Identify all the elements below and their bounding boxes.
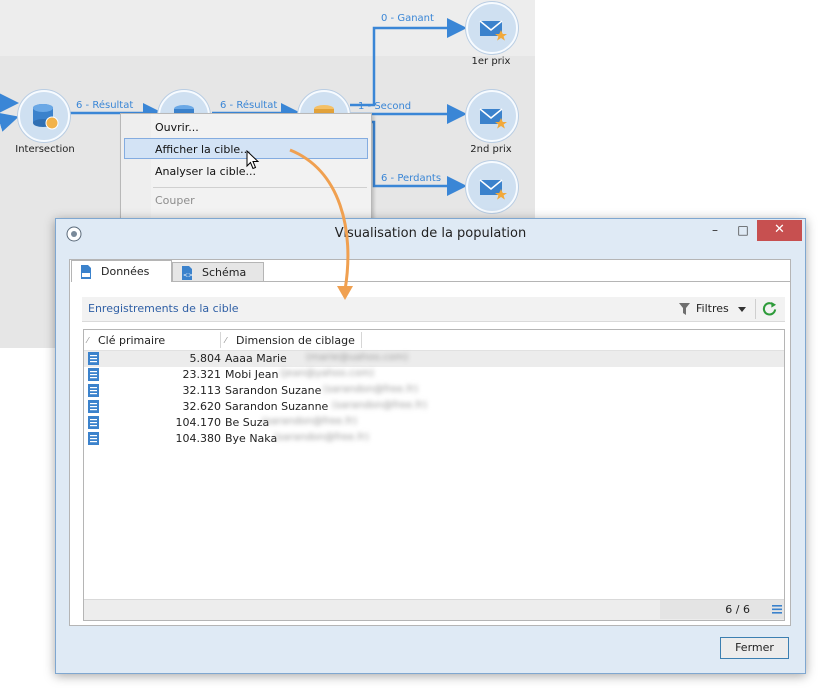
primary-key-cell: 23.321: [182, 368, 222, 381]
dialog-title: Visualisation de la population: [334, 226, 527, 241]
table-row[interactable]: 32.113 Sarandon Suzane (sarandon@free.fr): [84, 383, 784, 399]
email-cell: (sarandon@free.fr): [323, 384, 419, 395]
record-icon: [88, 432, 99, 445]
section-title: Enregistrements de la cible: [88, 302, 239, 315]
section-header: Enregistrements de la cible Filtres: [82, 297, 785, 322]
minimize-button[interactable]: –: [701, 220, 729, 241]
sql-file-icon: [81, 265, 91, 279]
link-label-losers: 6 - Perdants: [381, 173, 442, 184]
record-icon: [88, 400, 99, 413]
target-name-cell: Sarandon Suzane: [225, 384, 322, 397]
tab-donnees-label: Données: [101, 265, 150, 278]
primary-key-cell: 104.170: [175, 416, 222, 429]
target-name-cell: Sarandon Suzanne: [225, 400, 329, 413]
email-star-icon: [479, 179, 507, 200]
target-name-cell: Aaaa Marie: [225, 352, 287, 365]
table-row[interactable]: 104.170 Be Suza (sarandon@free.fr): [84, 415, 784, 431]
menu-separator: [153, 187, 367, 188]
menu-item-cut[interactable]: Couper: [155, 194, 195, 207]
population-dialog: Visualisation de la population – □ ✕ Don…: [55, 218, 806, 674]
menu-item-open[interactable]: Ouvrir...: [155, 121, 199, 134]
dialog-titlebar[interactable]: Visualisation de la population – □ ✕: [56, 219, 805, 249]
close-button-label: Fermer: [735, 641, 774, 654]
intersection-node[interactable]: [18, 90, 70, 142]
svg-text:<>: <>: [183, 272, 193, 279]
primary-key-cell: 32.113: [182, 384, 222, 397]
target-name-cell: Bye Naka: [225, 432, 278, 445]
tab-donnees[interactable]: Données: [71, 260, 172, 282]
email-cell: (marie@uahoo.com): [306, 352, 409, 363]
grid-header: ⁄ Clé primaire ⁄ Dimension de ciblage: [84, 330, 784, 351]
target-name-cell: Mobi Jean: [225, 368, 279, 381]
link-label-result-a: 6 - Résultat: [76, 100, 134, 111]
delivery-node-first[interactable]: [466, 2, 518, 54]
menu-gutter: [121, 114, 151, 224]
intersection-label: Intersection: [15, 144, 75, 155]
record-count: 6 / 6: [725, 603, 750, 616]
menu-item-analyze-target[interactable]: Analyser la cible...: [155, 165, 256, 178]
column-separator: [220, 332, 221, 348]
record-icon: [88, 384, 99, 397]
tab-schema-label: Schéma: [202, 266, 247, 279]
email-cell: (sarandon@free.fr): [262, 416, 358, 427]
record-icon: [88, 368, 99, 381]
incoming-link-2[interactable]: [0, 112, 19, 132]
menu-lines-icon[interactable]: [772, 605, 782, 614]
column-separator: [361, 332, 362, 348]
table-row[interactable]: 5.804 Aaaa Marie (marie@uahoo.com): [84, 351, 784, 367]
dialog-client: Données <> Schéma Enregistrements de la …: [69, 259, 791, 626]
email-star-icon: [479, 20, 507, 41]
primary-key-cell: 104.380: [175, 432, 222, 445]
table-row[interactable]: 23.321 Mobi Jean (jean@yahoo.com): [84, 367, 784, 383]
tab-strip-line: [264, 281, 790, 282]
tab-schema[interactable]: <> Schéma: [172, 262, 264, 282]
database-icon: [33, 104, 59, 130]
link-label-winner: 0 - Ganant: [381, 13, 434, 24]
close-button[interactable]: Fermer: [720, 637, 789, 659]
grid-footer: 6 / 6: [84, 599, 784, 620]
maximize-button[interactable]: □: [729, 220, 757, 241]
filters-label: Filtres: [696, 302, 729, 315]
delivery-node-second[interactable]: [466, 90, 518, 142]
link-label-result-b: 6 - Résultat: [220, 100, 278, 111]
email-cell: (sarandon@free.fr): [274, 432, 370, 443]
schema-file-icon: <>: [182, 266, 193, 280]
record-icon: [88, 416, 99, 429]
filter-icon: [679, 303, 690, 315]
email-cell: (jean@yahoo.com): [280, 368, 375, 379]
primary-key-cell: 5.804: [189, 352, 222, 365]
sort-icon: ⁄: [225, 336, 227, 345]
refresh-icon[interactable]: [762, 301, 777, 316]
first-prize-label: 1er prix: [471, 56, 511, 67]
dropdown-arrow-icon: [738, 307, 746, 312]
column-target-dimension[interactable]: Dimension de ciblage: [236, 334, 355, 347]
email-cell: (sarandon@free.fr): [332, 400, 428, 411]
link-label-second: 1 - Second: [358, 101, 412, 112]
record-icon: [88, 352, 99, 365]
sort-icon: ⁄: [87, 336, 89, 345]
footer-filler: [84, 600, 660, 619]
menu-item-show-target[interactable]: Afficher la cible...: [155, 143, 251, 156]
filters-button[interactable]: Filtres: [679, 300, 751, 318]
table-row[interactable]: 32.620 Sarandon Suzanne (sarandon@free.fr): [84, 399, 784, 415]
mouse-cursor-icon: [246, 150, 260, 170]
table-row[interactable]: 104.380 Bye Naka (sarandon@free.fr): [84, 431, 784, 447]
delivery-node-losers[interactable]: [466, 161, 518, 213]
records-grid: ⁄ Clé primaire ⁄ Dimension de ciblage 5.…: [83, 329, 785, 621]
column-primary-key[interactable]: Clé primaire: [98, 334, 165, 347]
toolbar-divider: [755, 299, 756, 319]
email-star-icon: [479, 108, 507, 129]
close-window-button[interactable]: ✕: [757, 220, 802, 241]
second-prize-label: 2nd prix: [470, 144, 512, 155]
primary-key-cell: 32.620: [182, 400, 222, 413]
